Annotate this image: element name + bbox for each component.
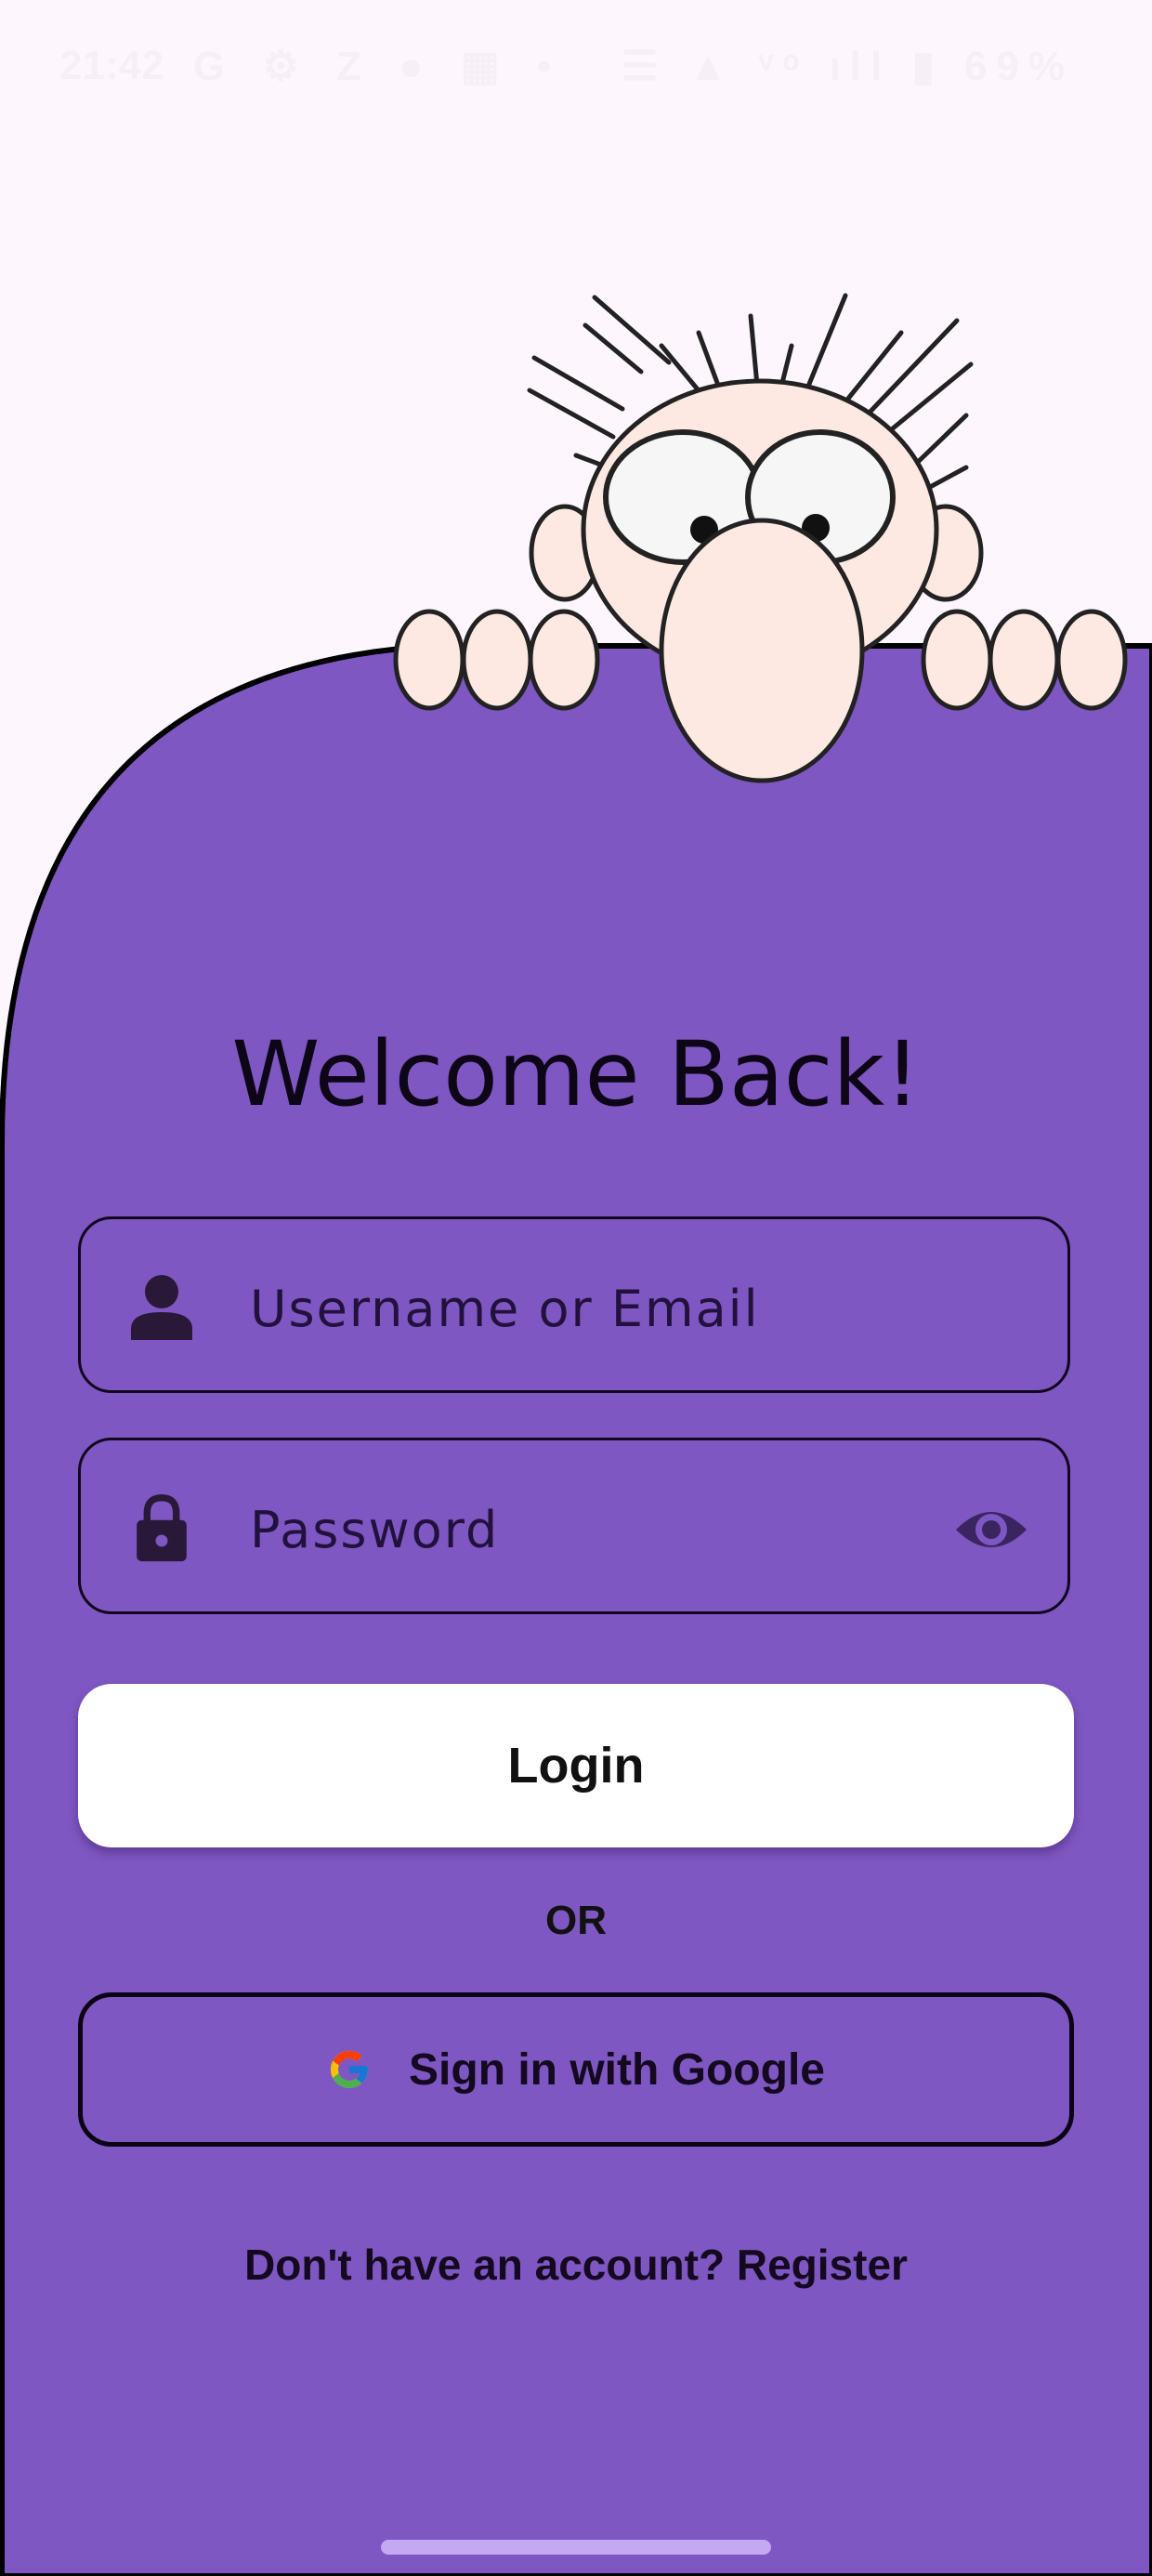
password-input[interactable] bbox=[248, 1478, 958, 1582]
or-divider-text: OR bbox=[545, 1898, 607, 1943]
register-prompt-text: Don't have an account? bbox=[244, 2241, 737, 2289]
password-field[interactable] bbox=[78, 1438, 1070, 1614]
person-icon bbox=[131, 1275, 192, 1340]
register-link[interactable]: Register bbox=[737, 2241, 908, 2289]
toggle-visibility-eye-icon[interactable] bbox=[954, 1494, 1028, 1565]
username-field[interactable] bbox=[78, 1216, 1070, 1393]
peeking-mascot-illustration bbox=[393, 293, 1128, 783]
page-title: Welcome Back! bbox=[231, 1022, 921, 1126]
home-indicator[interactable] bbox=[381, 2540, 771, 2555]
google-button-label: Sign in with Google bbox=[409, 2044, 825, 2095]
lock-icon bbox=[137, 1494, 187, 1562]
login-button[interactable]: Login bbox=[78, 1684, 1074, 1847]
username-input[interactable] bbox=[248, 1256, 958, 1360]
sign-in-with-google-button[interactable]: Sign in with Google bbox=[78, 1992, 1074, 2147]
register-prompt: Don't have an account? Register bbox=[0, 2240, 1152, 2290]
google-icon bbox=[331, 2051, 369, 2088]
